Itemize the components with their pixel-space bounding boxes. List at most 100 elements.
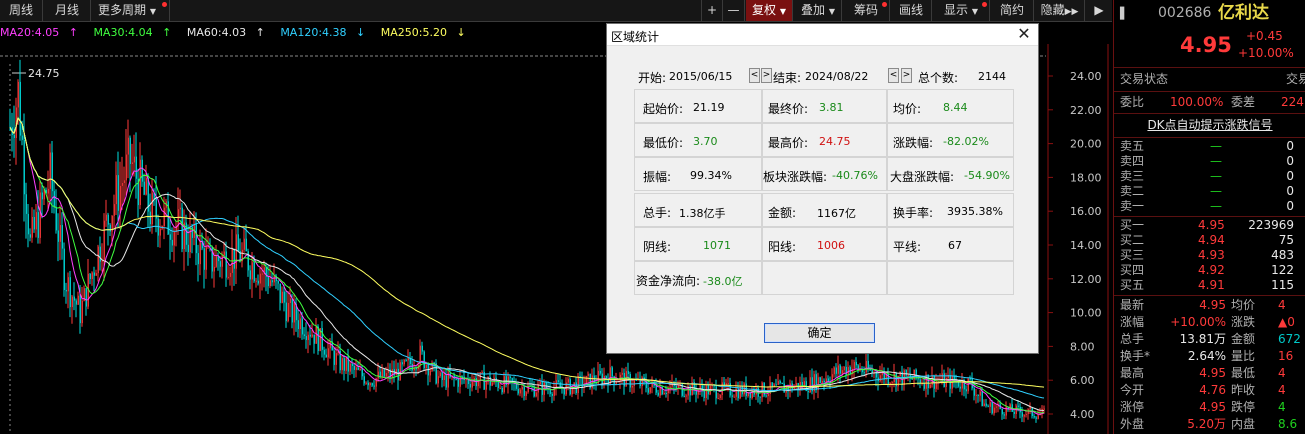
candle-body: [179, 207, 181, 210]
bid-row[interactable]: 买四 4.92 122: [1114, 263, 1305, 278]
candle-body: [365, 382, 367, 384]
candle-body: [809, 377, 811, 393]
stat-value: 4.76: [1199, 383, 1226, 397]
stat-row: 总手 13.81万 金额 672: [1114, 331, 1305, 348]
ask-row[interactable]: 卖一 — 0: [1114, 199, 1305, 214]
candle-body: [141, 159, 143, 182]
candle-body: [839, 365, 841, 374]
stat-cell: [887, 261, 1014, 295]
candle-body: [927, 374, 929, 389]
candle-body: [171, 239, 173, 246]
stat-value: ▲0: [1278, 315, 1295, 329]
signal-link-row[interactable]: DK点自动提示涨跌信号: [1114, 116, 1305, 135]
ask-row[interactable]: 卖五 — 0: [1114, 139, 1305, 154]
candle-body: [835, 367, 837, 374]
ask-volume: 0: [1286, 199, 1294, 213]
stat-cell: [762, 261, 887, 295]
candle-body: [585, 375, 587, 385]
ask-volume: 0: [1286, 169, 1294, 183]
ask-level-label: 卖二: [1120, 184, 1145, 198]
zoom-in-button[interactable]: +: [701, 0, 723, 21]
candle-body: [27, 213, 29, 235]
bid-volume: 223969: [1248, 218, 1294, 232]
candle-body: [349, 363, 351, 372]
monthly-button[interactable]: 月线: [44, 0, 91, 21]
candle-body: [649, 387, 651, 393]
yin-count-label: 阴线:: [643, 240, 672, 254]
double-chevron-right-icon: ▶▶: [1064, 7, 1079, 17]
high-price-label: 最高价:: [768, 136, 809, 150]
stat-label: 换手*: [1120, 349, 1151, 363]
stat-label: 今开: [1120, 383, 1145, 397]
ask-row[interactable]: 卖三 — 0: [1114, 169, 1305, 184]
candle-body: [397, 368, 399, 381]
ask-row[interactable]: 卖二 — 0: [1114, 184, 1305, 199]
bid-row[interactable]: 买五 4.91 115: [1114, 278, 1305, 293]
end-prev-button[interactable]: <: [888, 68, 899, 83]
draw-button[interactable]: 画线: [891, 0, 932, 21]
candle-body: [911, 378, 913, 380]
adjust-button[interactable]: 复权 ▼: [746, 0, 793, 21]
candle-body: [519, 389, 521, 394]
candle-body: [343, 358, 345, 371]
ask-row[interactable]: 卖四 — 0: [1114, 154, 1305, 169]
chevron-right-icon[interactable]: ▶: [1086, 0, 1112, 21]
candle-body: [381, 369, 383, 378]
candle-body: [133, 156, 135, 163]
more-periods-button[interactable]: 更多周期 ▼: [92, 0, 170, 21]
candle-body: [213, 266, 215, 272]
ask-price: —: [1210, 139, 1222, 153]
bid-row[interactable]: 买一 4.95 223969: [1114, 218, 1305, 233]
ask-price: —: [1210, 184, 1222, 198]
candle-body: [173, 231, 175, 246]
sector-change-value: -40.76%: [832, 169, 878, 182]
overlay-button[interactable]: 叠加 ▼: [795, 0, 842, 21]
ask-level-label: 卖四: [1120, 154, 1145, 168]
candle-body: [93, 272, 95, 276]
display-button[interactable]: 显示 ▼: [933, 0, 990, 21]
collapse-left-icon[interactable]: ▌: [1120, 4, 1128, 23]
start-next-button[interactable]: >: [761, 68, 772, 83]
candle-body: [1023, 414, 1025, 417]
start-prev-button[interactable]: <: [749, 68, 760, 83]
bid-volume: 75: [1278, 233, 1294, 247]
weekly-button[interactable]: 周线: [0, 0, 43, 21]
hide-button[interactable]: 隐藏▶▶: [1035, 0, 1085, 21]
end-next-button[interactable]: >: [901, 68, 912, 83]
candle-body: [257, 280, 259, 284]
candle-body: [369, 383, 371, 386]
candle-body: [139, 159, 141, 206]
ok-button[interactable]: 确定: [764, 323, 875, 343]
zoom-out-button[interactable]: —: [723, 0, 745, 21]
candle-body: [53, 191, 55, 207]
chips-button[interactable]: 筹码: [843, 0, 890, 21]
more-periods-label: 更多周期: [98, 3, 147, 17]
bid-row[interactable]: 买二 4.94 75: [1114, 233, 1305, 248]
candle-body: [191, 226, 193, 238]
simple-button[interactable]: 简约: [991, 0, 1034, 21]
candle-body: [969, 378, 971, 380]
stat-label: 昨收: [1231, 383, 1256, 397]
ask-volume: 0: [1286, 154, 1294, 168]
bid-row[interactable]: 买三 4.93 483: [1114, 248, 1305, 263]
order-diff-label: 委差: [1231, 95, 1256, 109]
ma60-value: MA60:4.03 ↑: [186, 26, 265, 39]
candle-body: [715, 386, 717, 399]
candle-body: [735, 388, 737, 397]
candle-body: [249, 270, 251, 280]
candle-body: [159, 228, 161, 236]
candle-body: [291, 298, 293, 323]
order-diff-value: 224: [1281, 95, 1304, 109]
bid-level-label: 买二: [1120, 233, 1145, 247]
y-tick-label: 18.00: [1070, 171, 1102, 184]
candle-body: [61, 225, 63, 249]
y-tick-label: 20.00: [1070, 138, 1102, 151]
signal-link[interactable]: DK点自动提示涨跌信号: [1147, 118, 1272, 132]
candle-body: [315, 326, 317, 344]
candle-body: [961, 380, 963, 389]
end-value: 2024/08/22: [805, 70, 869, 83]
close-icon[interactable]: ✕: [1016, 26, 1032, 42]
candle-body: [31, 216, 33, 238]
candle-body: [817, 377, 819, 391]
ma30-value: MA30:4.04 ↑: [93, 26, 172, 39]
